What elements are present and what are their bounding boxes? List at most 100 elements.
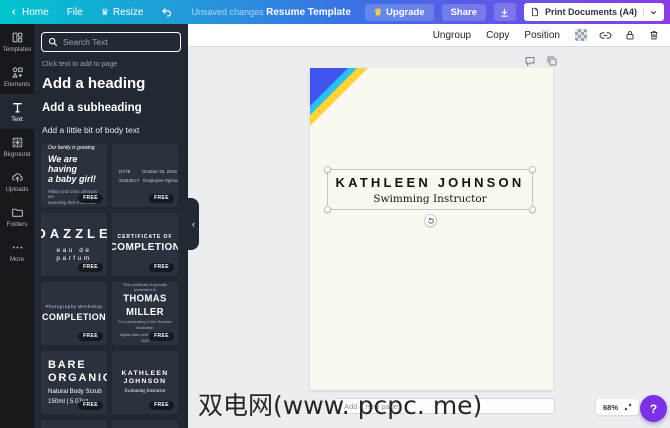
thumb-text: COMPLETION: [112, 242, 178, 254]
text-template-thumb[interactable]: CERTIFICATE OF COMPLETION FREE: [112, 213, 178, 276]
page-title-text[interactable]: KATHLEEN JOHNSON: [336, 175, 525, 190]
home-button[interactable]: Home: [10, 7, 49, 18]
print-label: Print Documents (A4): [544, 7, 637, 17]
sidebar-item-bkground[interactable]: Bkground: [0, 129, 34, 164]
sidebar-item-more[interactable]: More: [0, 234, 34, 269]
top-menu-bar: Home File ♛ Resize Unsaved changes Resum…: [0, 0, 670, 24]
undo-button[interactable]: [161, 6, 173, 18]
transparency-icon[interactable]: [575, 29, 587, 41]
lock-icon[interactable]: [624, 29, 636, 41]
rotate-handle[interactable]: [424, 214, 437, 227]
search-box[interactable]: [41, 32, 181, 52]
zoom-level: 68%: [603, 402, 619, 412]
selected-text-element[interactable]: KATHLEEN JOHNSON Swimming Instructor: [324, 166, 536, 213]
text-template-thumb[interactable]: DAZZLE eau de parfumFREE: [41, 213, 107, 276]
file-menu[interactable]: File: [67, 7, 83, 18]
crown-icon: ♛: [373, 6, 383, 17]
home-label: Home: [22, 6, 49, 18]
canvas-toolbar: Ungroup Copy Position: [188, 24, 670, 47]
upgrade-button[interactable]: ♛ Upgrade: [364, 3, 434, 21]
resize-label: Resize: [112, 6, 144, 18]
duplicate-page-icon[interactable]: [546, 55, 558, 67]
text-template-thumb[interactable]: KATHLEEN JOHNSON Swimming Instructor FREE: [112, 351, 178, 414]
resize-handle-top-left[interactable]: [324, 166, 331, 173]
search-input[interactable]: [63, 37, 173, 47]
add-subheading-item[interactable]: Add a subheading: [42, 102, 180, 114]
free-badge: FREE: [78, 401, 103, 410]
text-template-thumb[interactable]: katherine: [112, 420, 178, 428]
share-button[interactable]: Share: [441, 3, 486, 21]
thumb-text: KATHLEEN JOHNSON: [121, 369, 169, 385]
more-dots-icon: [12, 246, 22, 248]
add-body-text-item[interactable]: Add a little bit of body text: [42, 125, 180, 135]
thumb-text: SUBJECT Employee Opinion Survey: [119, 177, 178, 183]
thumb-text: We are having: [48, 153, 78, 174]
sidebar-item-uploads[interactable]: Uploads: [0, 164, 34, 199]
text-template-thumb[interactable]: BAREORGANICSNatural Body Scrub150ml | 5.…: [41, 351, 107, 414]
thumb-text: THOMAS MILLER: [123, 293, 167, 319]
free-badge: FREE: [78, 263, 103, 272]
add-new-page-button[interactable]: Add a new page: [335, 398, 555, 414]
free-badge: FREE: [149, 194, 174, 203]
print-documents-button[interactable]: Print Documents (A4): [523, 3, 664, 21]
sidebar-item-text[interactable]: Text: [0, 94, 34, 129]
text-template-thumb[interactable]: This certificate is proudly presented to…: [112, 282, 178, 345]
sidebar-item-folders[interactable]: Folders: [0, 199, 34, 234]
add-heading-item[interactable]: Add a heading: [42, 75, 180, 92]
sidebar-rail: Templates Elements Text Bkground Uploads…: [0, 24, 34, 428]
rail-label: Uploads: [5, 185, 29, 193]
thumb-text: COMPLETION: [42, 311, 106, 322]
thumb-text: DAZZLE: [41, 226, 107, 242]
zoom-control[interactable]: 68%: [596, 399, 640, 415]
resize-handle-bottom-left[interactable]: [324, 206, 331, 213]
thumb-text: CERTIFICATE OF: [117, 234, 173, 241]
rail-label: Folders: [6, 220, 28, 228]
comment-icon[interactable]: [524, 55, 536, 67]
rail-label: More: [9, 255, 25, 263]
sidebar-item-elements[interactable]: Elements: [0, 59, 34, 94]
resize-handle-bottom-right[interactable]: [529, 206, 536, 213]
design-page[interactable]: KATHLEEN JOHNSON Swimming Instructor: [310, 68, 553, 390]
download-icon: [501, 8, 509, 17]
thumb-text: a baby girl!: [48, 174, 97, 185]
background-icon: [12, 137, 22, 147]
templates-icon: [12, 32, 22, 42]
download-button[interactable]: [493, 3, 516, 21]
thumb-text: Our family is growing: [48, 145, 95, 152]
add-page-label: Add a new page: [344, 401, 399, 411]
sidebar-item-templates[interactable]: Templates: [0, 24, 34, 59]
text-template-thumb[interactable]: DATE October 25, 2019 SUBJECT Employee Op…: [112, 144, 178, 207]
free-badge: FREE: [149, 263, 174, 272]
rail-label: Elements: [3, 80, 31, 88]
upgrade-label: Upgrade: [386, 6, 425, 18]
trash-icon[interactable]: [648, 29, 660, 41]
corner-decoration: [310, 68, 368, 126]
text-template-thumb[interactable]: Our family is growing We are having a baby…: [41, 144, 107, 207]
upload-cloud-icon: [11, 172, 23, 182]
thumb-text: eau de parfum: [56, 246, 92, 262]
rotate-icon: [427, 217, 434, 224]
text-template-grid: Our family is growing We are having a baby…: [41, 144, 188, 428]
app-window: Home File ♛ Resize Unsaved changes Resum…: [0, 0, 670, 428]
text-template-thumb[interactable]: Photography Workshop COMPLETION FREE: [41, 282, 107, 345]
thumb-text: Photography Workshop: [45, 304, 103, 310]
panel-collapse-button[interactable]: ‹: [188, 198, 199, 250]
position-button[interactable]: Position: [524, 30, 560, 41]
text-template-thumb[interactable]: brunch: [41, 420, 107, 428]
resize-handle-top-right[interactable]: [529, 166, 536, 173]
design-canvas[interactable]: KATHLEEN JOHNSON Swimming Instructor Add…: [188, 47, 670, 428]
help-button[interactable]: ?: [640, 395, 667, 422]
free-badge: FREE: [78, 194, 103, 203]
document-icon: [532, 7, 538, 17]
copy-button[interactable]: Copy: [486, 30, 509, 41]
link-icon[interactable]: [599, 29, 612, 42]
ungroup-button[interactable]: Ungroup: [433, 30, 471, 41]
thumb-text: Natural Body Scrub: [48, 388, 102, 396]
text-panel: Click text to add to page Add a heading …: [34, 24, 188, 428]
resize-button[interactable]: ♛ Resize: [101, 7, 144, 18]
chevron-left-icon: [11, 9, 16, 15]
page-subtitle-text[interactable]: Swimming Instructor: [373, 193, 486, 205]
document-title[interactable]: Resume Template: [266, 7, 351, 18]
panel-caption: Click text to add to page: [42, 61, 118, 68]
file-label: File: [66, 6, 83, 18]
